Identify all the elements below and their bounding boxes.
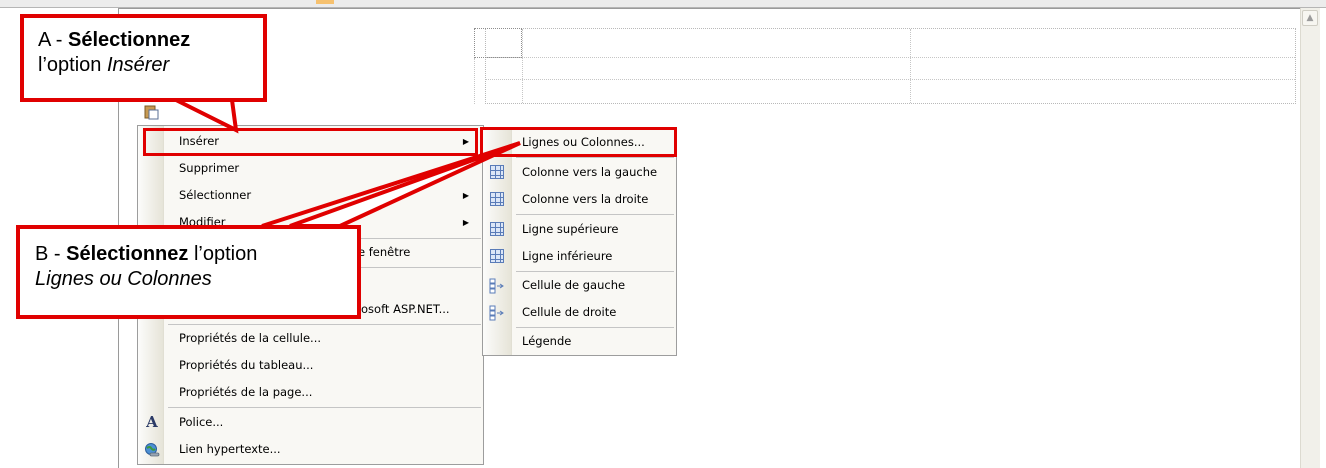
callout-b-italic: Lignes ou Colonnes <box>35 268 212 290</box>
callout-b-pointer <box>261 141 521 228</box>
callout-b-bold: Sélectionnez <box>66 243 189 265</box>
callout-a-bold: Sélectionnez <box>68 29 191 51</box>
callout-a-prefix: A - <box>38 29 69 51</box>
callout-b: B - Sélectionnez l’option Lignes ou Colo… <box>16 225 361 319</box>
callout-a-middle: l’option <box>38 54 107 76</box>
callout-a: A - Sélectionnez l’option Insérer <box>20 14 267 102</box>
callout-a-pointer <box>175 98 239 134</box>
callout-a-italic: Insérer <box>106 54 170 76</box>
callout-b-prefix: B - <box>35 243 67 265</box>
callout-b-middle: l’option <box>188 243 258 265</box>
